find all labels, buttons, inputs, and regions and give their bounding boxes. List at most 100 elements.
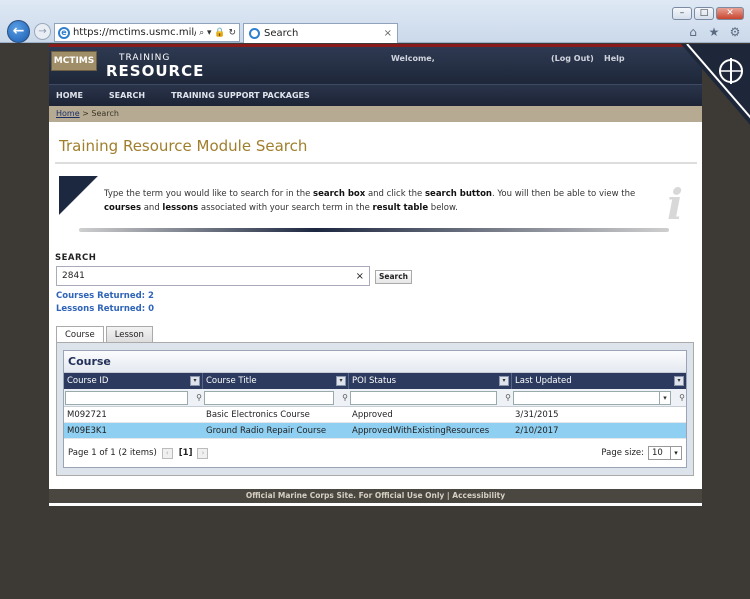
grid-header-row: Course ID ▾ Course Title ▾ POI Status ▾ Las… bbox=[64, 373, 686, 389]
nav-search[interactable]: SEARCH bbox=[109, 91, 145, 100]
info-text: Type the term you would like to search f… bbox=[104, 187, 674, 215]
chevron-down-icon[interactable]: ▾ bbox=[659, 392, 670, 404]
table-row-selected[interactable]: M09E3K1 Ground Radio Repair Course Appro… bbox=[64, 423, 686, 439]
gear-icon[interactable]: ⚙ bbox=[728, 25, 742, 39]
courses-returned: Courses Returned: 2 bbox=[56, 291, 154, 301]
column-header-course-id[interactable]: Course ID ▾ bbox=[64, 373, 203, 389]
info-text-part: associated with your search term in the bbox=[198, 203, 373, 213]
address-tools[interactable]: ⌕ ▾ 🔒 ↻ bbox=[199, 28, 236, 38]
welcome-text: Welcome, bbox=[391, 54, 435, 63]
tab-close-icon[interactable]: × bbox=[384, 28, 392, 39]
forward-button[interactable]: → bbox=[34, 23, 51, 40]
info-text-part: below. bbox=[428, 203, 458, 213]
pager-summary: Page 1 of 1 (2 items) bbox=[68, 448, 157, 458]
info-bold-search-box: search box bbox=[313, 189, 366, 199]
search-input-value[interactable]: 2841 bbox=[62, 271, 356, 281]
breadcrumb-separator: > bbox=[79, 109, 92, 118]
favorites-star-icon[interactable]: ★ bbox=[707, 25, 721, 39]
cell-poi-status: Approved bbox=[352, 410, 393, 420]
window-controls: – □ ✕ bbox=[672, 7, 744, 20]
cell-last-updated: 2/10/2017 bbox=[515, 426, 559, 436]
page-size-label: Page size: bbox=[601, 448, 644, 458]
page-size-select[interactable]: 10 ▾ bbox=[648, 446, 682, 460]
result-counts: Courses Returned: 2 Lessons Returned: 0 bbox=[56, 290, 154, 315]
info-banner: Type the term you would like to search f… bbox=[59, 176, 691, 232]
ie-icon: e bbox=[58, 26, 70, 39]
tab-lesson[interactable]: Lesson bbox=[105, 326, 153, 343]
home-icon[interactable]: ⌂ bbox=[686, 25, 700, 39]
cell-course-id: M09E3K1 bbox=[67, 426, 107, 436]
column-menu-icon[interactable]: ▾ bbox=[336, 376, 346, 386]
grid-filter-row: ⚲ ⚲ ⚲ ▾ ⚲ bbox=[64, 389, 686, 407]
tab-panel: Course Course ID ▾ Course Title ▾ POI Stat… bbox=[56, 342, 694, 476]
maximize-button[interactable]: □ bbox=[694, 7, 714, 20]
info-text-part: . You will then be able to view the bbox=[491, 189, 636, 199]
filter-cell-last-updated: ▾ ⚲ bbox=[512, 389, 686, 406]
help-link[interactable]: Help bbox=[604, 54, 625, 63]
filter-input-course-id[interactable] bbox=[65, 391, 188, 405]
logo-resource-text: RESOURCE bbox=[106, 62, 205, 80]
tab-ie-icon bbox=[249, 28, 260, 39]
next-page-button[interactable]: › bbox=[197, 447, 209, 459]
grid-pager: Page 1 of 1 (2 items) ‹ [1] › Page size:… bbox=[64, 439, 686, 467]
tab-course[interactable]: Course bbox=[56, 326, 104, 343]
logout-link[interactable]: (Log Out) bbox=[551, 54, 594, 63]
breadcrumb-home-link[interactable]: Home bbox=[56, 109, 80, 118]
clear-search-icon[interactable]: × bbox=[356, 271, 364, 282]
column-header-last-updated[interactable]: Last Updated ▾ bbox=[512, 373, 686, 389]
filter-icon[interactable]: ⚲ bbox=[342, 393, 348, 402]
nav-training-support-packages[interactable]: TRAINING SUPPORT PACKAGES bbox=[171, 91, 310, 100]
search-button[interactable]: Search bbox=[375, 270, 412, 284]
mctims-logo[interactable]: MCTIMS bbox=[51, 51, 97, 71]
column-menu-icon[interactable]: ▾ bbox=[499, 376, 509, 386]
cell-poi-status: ApprovedWithExistingResources bbox=[352, 426, 490, 436]
table-row[interactable]: M092721 Basic Electronics Course Approve… bbox=[64, 407, 686, 423]
back-button[interactable]: ← bbox=[7, 20, 30, 43]
browser-toolbar-icons: ⌂ ★ ⚙ bbox=[686, 25, 742, 39]
column-menu-icon[interactable]: ▾ bbox=[674, 376, 684, 386]
column-header-poi-status[interactable]: POI Status ▾ bbox=[349, 373, 512, 389]
prev-page-button[interactable]: ‹ bbox=[161, 447, 173, 459]
info-bold-courses: courses bbox=[104, 203, 142, 213]
page-size-control: Page size: 10 ▾ bbox=[601, 446, 682, 460]
minimize-button[interactable]: – bbox=[672, 7, 692, 20]
close-window-button[interactable]: ✕ bbox=[716, 7, 744, 20]
search-input[interactable]: 2841 × bbox=[56, 266, 370, 286]
info-text-part: and bbox=[141, 203, 163, 213]
column-menu-icon[interactable]: ▾ bbox=[190, 376, 200, 386]
banner-underline bbox=[79, 228, 669, 232]
chevron-down-icon[interactable]: ▾ bbox=[670, 447, 681, 459]
page-size-value: 10 bbox=[652, 448, 663, 458]
nav-home[interactable]: HOME bbox=[56, 91, 83, 100]
cell-course-id: M092721 bbox=[67, 410, 107, 420]
browser-tab[interactable]: Search × bbox=[243, 23, 398, 43]
address-bar[interactable]: e https://mctims.usmc.mil/Curricul ⌕ ▾ 🔒… bbox=[54, 23, 240, 42]
filter-cell-course-title: ⚲ bbox=[203, 389, 349, 406]
breadcrumb: Home > Search bbox=[49, 106, 702, 122]
url-text[interactable]: https://mctims.usmc.mil/Curricul bbox=[73, 27, 196, 38]
info-icon: i bbox=[667, 180, 683, 229]
info-text-part: Type the term you would like to search f… bbox=[104, 189, 314, 199]
column-header-label: Last Updated bbox=[515, 376, 572, 386]
cell-course-title: Basic Electronics Course bbox=[206, 410, 310, 420]
info-text-part: and click the bbox=[365, 189, 425, 199]
filter-icon[interactable]: ⚲ bbox=[679, 393, 685, 402]
page-title: Training Resource Module Search bbox=[59, 137, 308, 155]
title-divider bbox=[55, 162, 697, 164]
filter-input-poi-status[interactable] bbox=[350, 391, 497, 405]
lessons-returned: Lessons Returned: 0 bbox=[56, 303, 154, 314]
page-background: MCTIMS TRAINING RESOURCE Welcome, (Log O… bbox=[0, 44, 750, 599]
filter-cell-poi-status: ⚲ bbox=[349, 389, 512, 406]
banner-swoosh bbox=[59, 176, 99, 232]
info-bold-result-table: result table bbox=[372, 203, 429, 213]
filter-icon[interactable]: ⚲ bbox=[196, 393, 202, 402]
breadcrumb-current: Search bbox=[91, 109, 119, 118]
filter-input-course-title[interactable] bbox=[204, 391, 334, 405]
column-header-course-title[interactable]: Course Title ▾ bbox=[203, 373, 349, 389]
grid-title: Course bbox=[64, 351, 686, 373]
filter-date-last-updated[interactable]: ▾ bbox=[513, 391, 671, 405]
site-container: MCTIMS TRAINING RESOURCE Welcome, (Log O… bbox=[49, 44, 750, 506]
filter-icon[interactable]: ⚲ bbox=[505, 393, 511, 402]
browser-chrome: – □ ✕ ← → e https://mctims.usmc.mil/Curr… bbox=[0, 0, 750, 43]
current-page[interactable]: [1] bbox=[179, 448, 193, 458]
